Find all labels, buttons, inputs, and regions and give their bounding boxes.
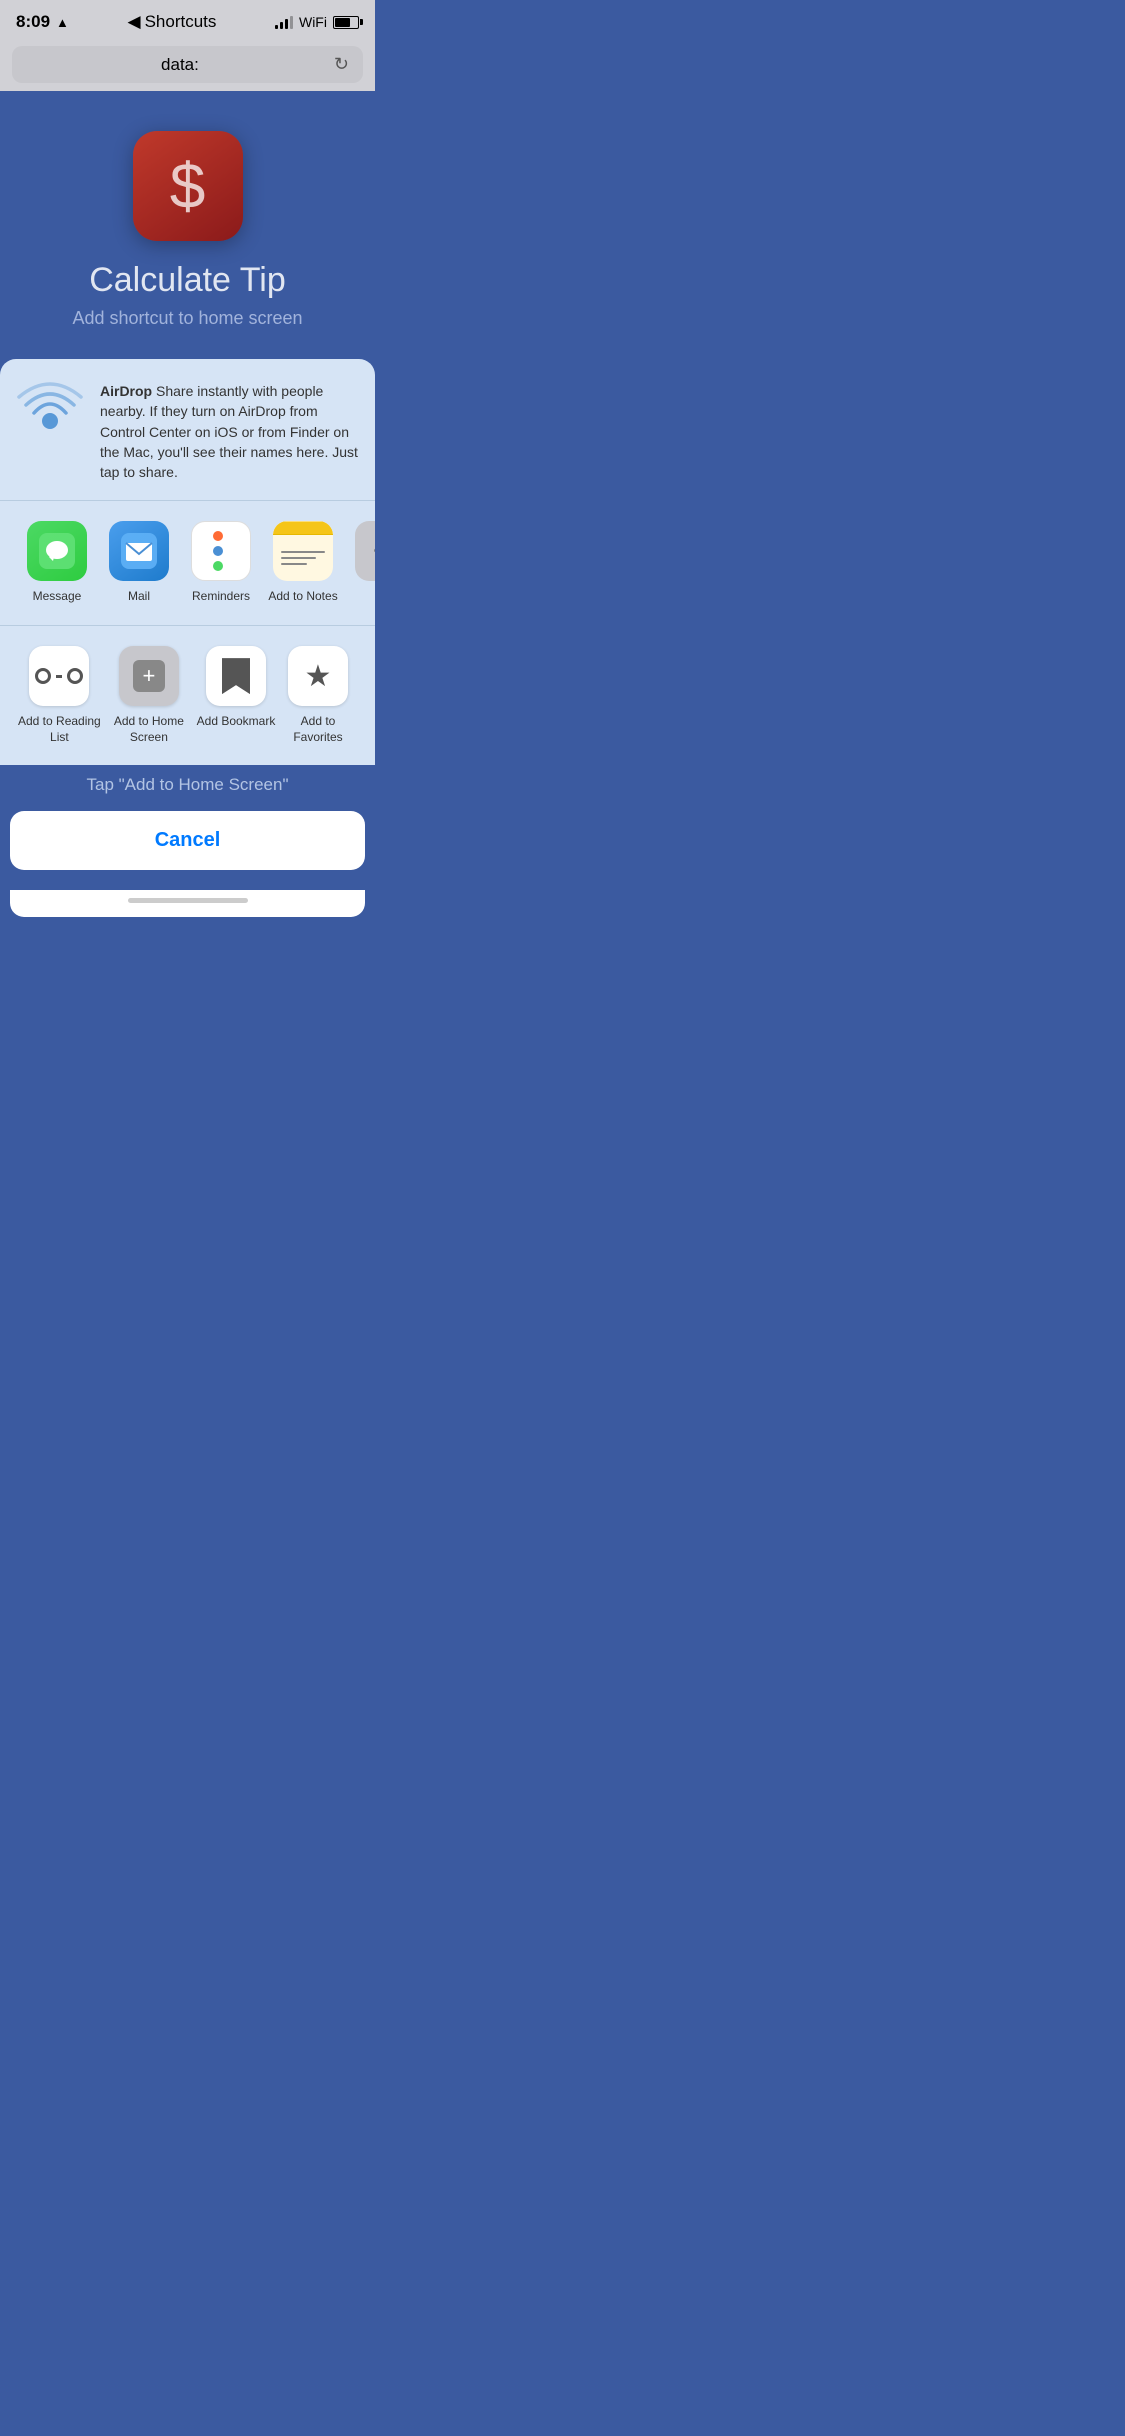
airdrop-section[interactable]: AirDrop Share instantly with people near…: [0, 359, 375, 501]
message-icon: [27, 521, 87, 581]
battery-icon: [333, 16, 359, 29]
dollar-sign-icon: $: [170, 149, 206, 223]
status-time: 8:09: [16, 12, 50, 32]
airdrop-description: AirDrop Share instantly with people near…: [100, 377, 359, 482]
share-item-notes[interactable]: Add to Notes: [262, 521, 344, 605]
bottom-peek: Tap "Add to Home Screen": [0, 765, 375, 801]
action-item-bookmark[interactable]: Add Bookmark: [195, 646, 277, 730]
url-bar-wrapper: data: ↻: [0, 40, 375, 91]
home-indicator-bar: [128, 898, 248, 903]
mail-icon: [109, 521, 169, 581]
bottom-peek-text: Tap "Add to Home Screen": [86, 775, 288, 794]
share-item-more[interactable]: •••: [344, 521, 375, 581]
airdrop-icon: [16, 377, 84, 445]
wifi-icon: WiFi: [299, 14, 327, 30]
add-home-icon: [119, 646, 179, 706]
notes-label: Add to Notes: [268, 589, 337, 605]
share-item-reminders[interactable]: Reminders: [180, 521, 262, 605]
reminders-label: Reminders: [192, 589, 250, 605]
airdrop-title: AirDrop: [100, 383, 152, 399]
main-content: $ Calculate Tip Add shortcut to home scr…: [0, 91, 375, 359]
action-item-home-screen[interactable]: Add to Home Screen: [103, 646, 195, 745]
mail-label: Mail: [128, 589, 150, 605]
cancel-section: Cancel: [10, 811, 365, 870]
back-navigation[interactable]: ◀ Shortcuts: [128, 12, 217, 32]
reload-icon[interactable]: ↻: [334, 54, 349, 75]
url-text: data:: [26, 55, 334, 75]
signal-bar-3: [285, 19, 288, 29]
reading-list-icon: [29, 646, 89, 706]
location-icon: ▲: [56, 15, 69, 30]
more-icon: •••: [355, 521, 375, 581]
bookmark-label: Add Bookmark: [197, 714, 276, 730]
app-title: Calculate Tip: [89, 261, 286, 300]
app-subtitle: Add shortcut to home screen: [72, 308, 302, 329]
favorites-label: Add to Favorites: [277, 714, 359, 745]
reminders-icon: [191, 521, 251, 581]
status-right: WiFi: [275, 14, 359, 30]
app-icon: $: [133, 131, 243, 241]
action-item-favorites[interactable]: ★ Add to Favorites: [277, 646, 359, 745]
share-item-mail[interactable]: Mail: [98, 521, 180, 605]
signal-bar-4: [290, 16, 293, 29]
action-items-row: Add to Reading List Add to Home Screen A…: [0, 626, 375, 765]
signal-bar-2: [280, 22, 283, 29]
back-label: Shortcuts: [145, 12, 217, 32]
share-sheet: AirDrop Share instantly with people near…: [0, 359, 375, 765]
message-label: Message: [33, 589, 82, 605]
signal-bar-1: [275, 25, 278, 29]
cancel-button[interactable]: Cancel: [10, 811, 365, 870]
share-items-row: Message Mail: [0, 501, 375, 626]
home-indicator-wrapper: [10, 890, 365, 917]
back-arrow-icon: ◀: [128, 12, 141, 32]
bookmark-icon: [206, 646, 266, 706]
reading-list-label: Add to Reading List: [16, 714, 103, 745]
battery-fill: [335, 18, 350, 27]
action-item-reading-list[interactable]: Add to Reading List: [16, 646, 103, 745]
status-bar: 8:09 ▲ ◀ Shortcuts WiFi: [0, 0, 375, 40]
notes-icon: [273, 521, 333, 581]
status-left: 8:09 ▲: [16, 12, 69, 32]
share-item-message[interactable]: Message: [16, 521, 98, 605]
signal-bars: [275, 15, 293, 29]
favorites-icon: ★: [288, 646, 348, 706]
star-icon: ★: [305, 659, 332, 694]
add-home-label: Add to Home Screen: [103, 714, 195, 745]
url-bar[interactable]: data: ↻: [12, 46, 363, 83]
